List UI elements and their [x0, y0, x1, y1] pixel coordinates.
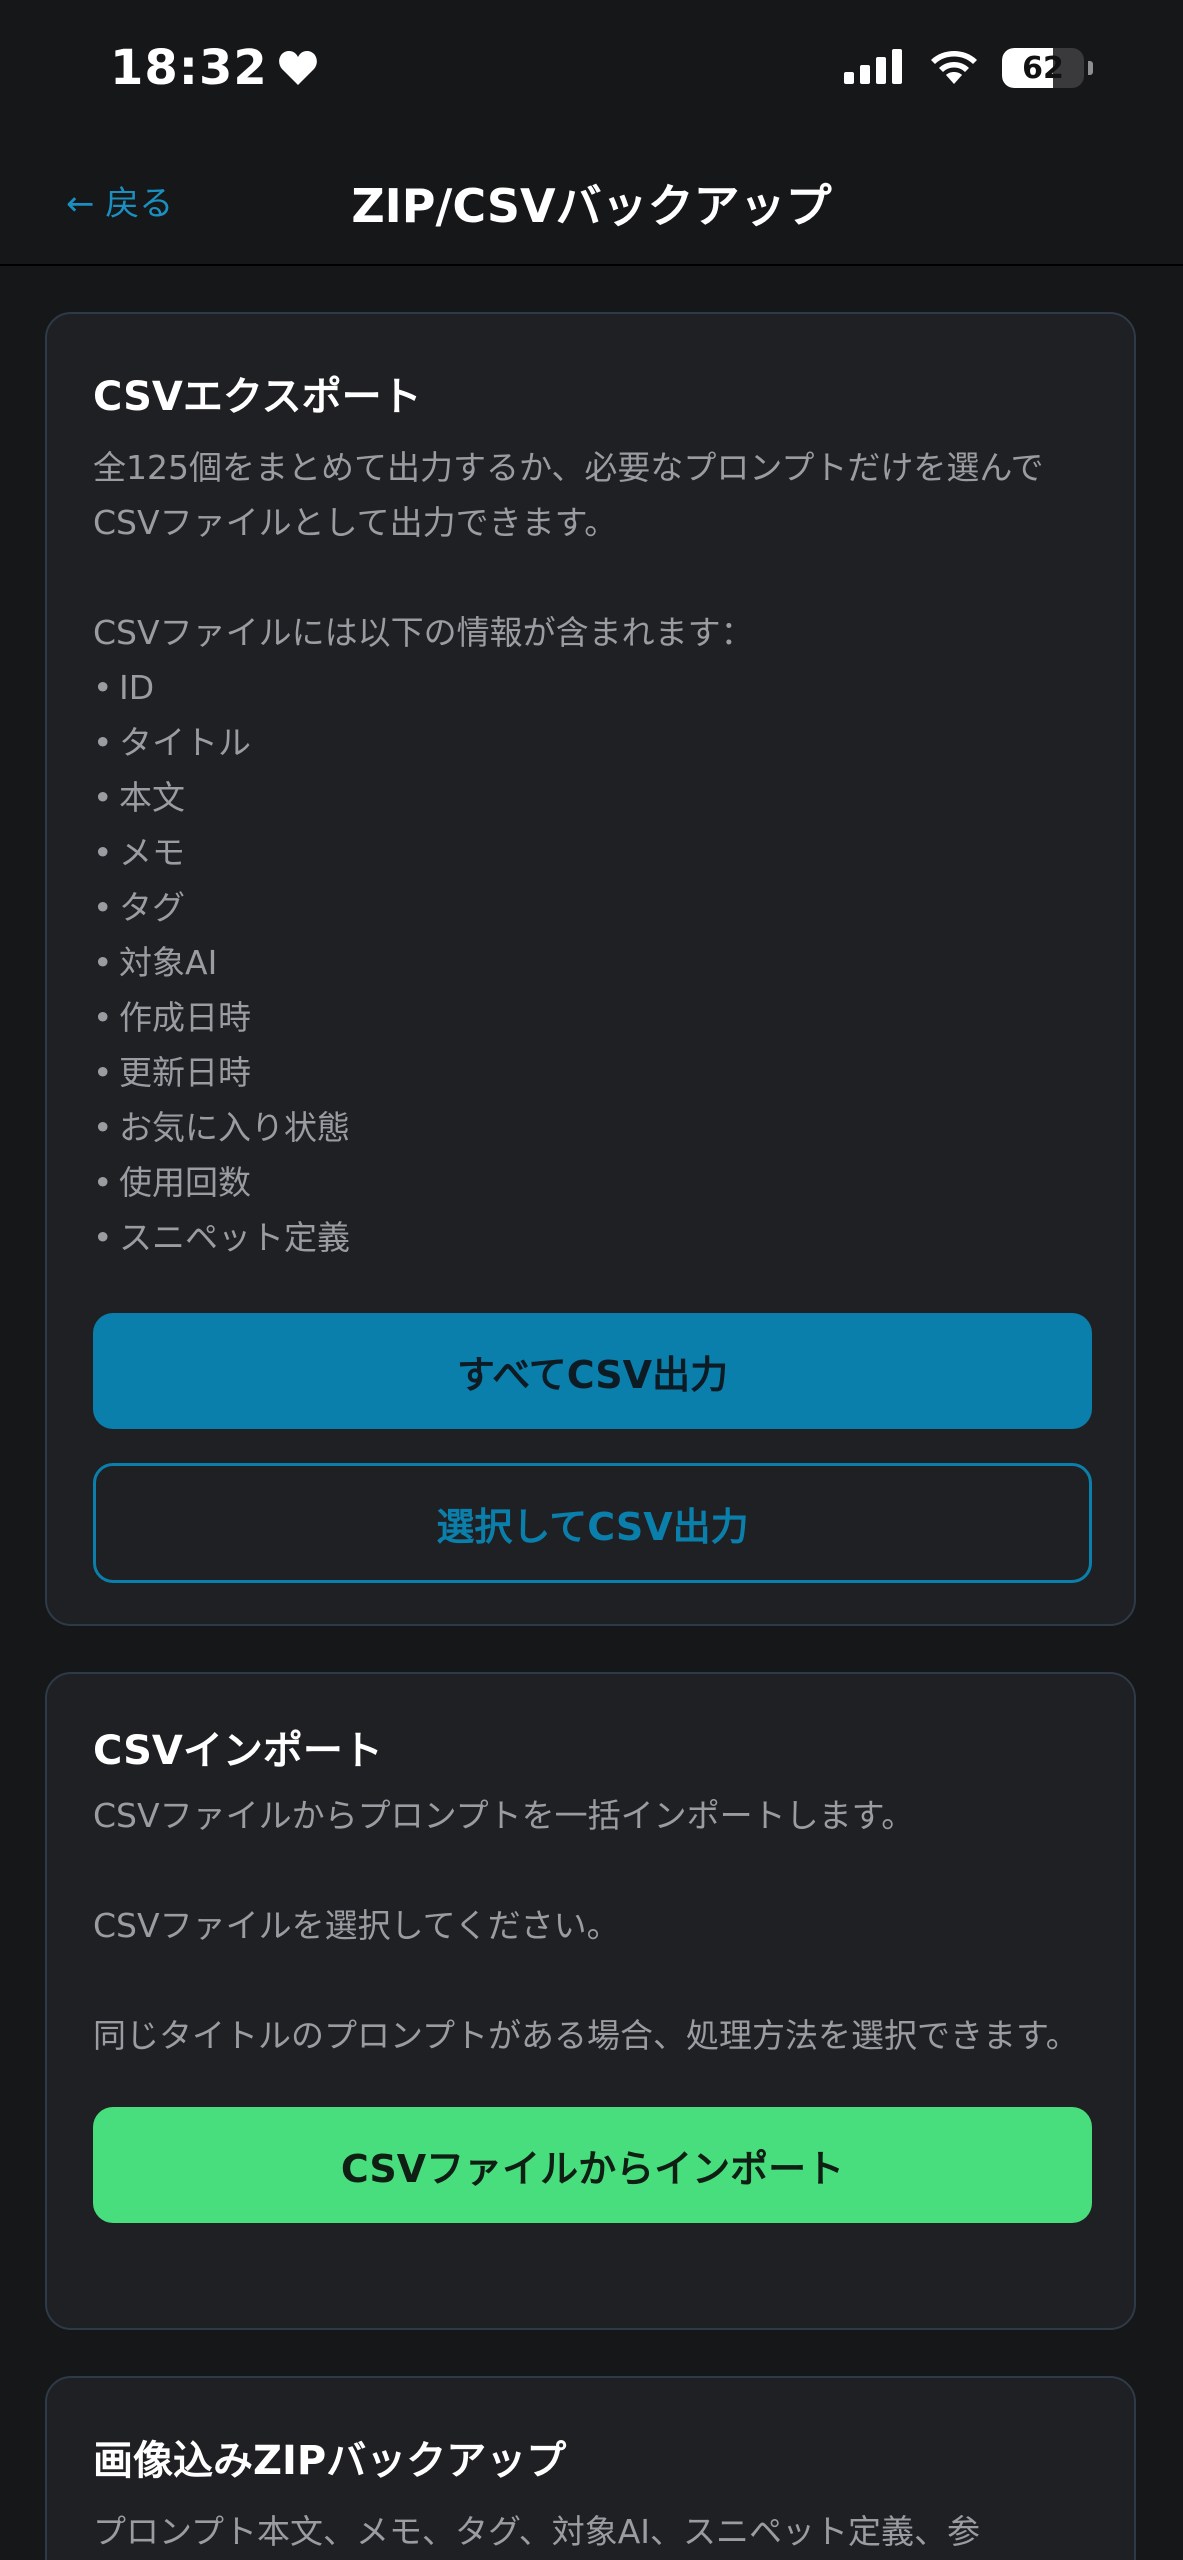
export-all-csv-button[interactable]: すべてCSV出力 — [93, 1313, 1092, 1429]
list-item: 本文 — [93, 770, 1088, 825]
csv-import-body: CSVファイルからプロンプトを一括インポートします。 CSVファイルを選択してく… — [93, 1788, 1088, 2063]
list-item: スニペット定義 — [93, 1210, 1088, 1265]
zip-backup-description: プロンプト本文、メモ、タグ、対象AI、スニペット定義、参 — [93, 2512, 981, 2551]
csv-import-title: CSVインポート — [93, 1728, 383, 1774]
export-selected-csv-button[interactable]: 選択してCSV出力 — [93, 1463, 1092, 1583]
page-title: ZIP/CSVバックアップ — [351, 179, 832, 233]
csv-import-description: CSVファイルからプロンプトを一括インポートします。 — [93, 1796, 915, 1835]
csv-import-instruction: CSVファイルを選択してください。 — [93, 1906, 620, 1945]
csv-import-note: 同じタイトルのプロンプトがある場合、処理方法を選択できます。 — [93, 2016, 1079, 2055]
nav-header: ← 戻る ZIP/CSVバックアップ — [0, 140, 1183, 266]
zip-backup-title: 画像込みZIPバックアップ — [93, 2438, 567, 2484]
status-time: 18:32 — [110, 40, 268, 96]
csv-export-title: CSVエクスポート — [93, 374, 422, 420]
list-item: メモ — [93, 825, 1088, 880]
zip-backup-body: プロンプト本文、メモ、タグ、対象AI、スニペット定義、参 — [93, 2504, 1088, 2559]
list-item: タイトル — [93, 715, 1088, 770]
csv-export-card: CSVエクスポート 全125個をまとめて出力するか、必要なプロンプトだけを選んで… — [45, 312, 1136, 1626]
csv-export-body: 全125個をまとめて出力するか、必要なプロンプトだけを選んでCSVファイルとして… — [93, 440, 1088, 660]
status-time-group: 18:32 — [110, 40, 318, 96]
battery-level: 62 — [1022, 50, 1064, 86]
list-item: ID — [93, 660, 1088, 715]
heart-icon — [278, 50, 318, 86]
list-item: 使用回数 — [93, 1155, 1088, 1210]
csv-export-description: 全125個をまとめて出力するか、必要なプロンプトだけを選んでCSVファイルとして… — [93, 448, 1044, 542]
csv-import-card: CSVインポート CSVファイルからプロンプトを一括インポートします。 CSVフ… — [45, 1672, 1136, 2330]
list-item: 対象AI — [93, 935, 1088, 990]
zip-backup-card: 画像込みZIPバックアップ プロンプト本文、メモ、タグ、対象AI、スニペット定義… — [45, 2376, 1136, 2560]
list-item: タグ — [93, 880, 1088, 935]
status-indicators: 62 — [844, 46, 1093, 90]
csv-fields-list: ID タイトル 本文 メモ タグ 対象AI 作成日時 更新日時 お気に入り状態 … — [93, 660, 1088, 1265]
list-item: 更新日時 — [93, 1045, 1088, 1100]
screen: 18:32 62 ← 戻る ZIP/CSVバックアップ CSVエクスポート 全1… — [0, 0, 1183, 2560]
csv-import-button[interactable]: CSVファイルからインポート — [93, 2107, 1092, 2223]
wifi-icon — [926, 46, 982, 90]
battery-nub — [1088, 61, 1093, 75]
list-item: お気に入り状態 — [93, 1100, 1088, 1155]
status-bar: 18:32 62 — [0, 0, 1183, 140]
csv-fields-intro: CSVファイルには以下の情報が含まれます： — [93, 613, 754, 652]
list-item: 作成日時 — [93, 990, 1088, 1045]
battery-icon: 62 — [1002, 48, 1084, 88]
signal-icon — [844, 48, 906, 88]
